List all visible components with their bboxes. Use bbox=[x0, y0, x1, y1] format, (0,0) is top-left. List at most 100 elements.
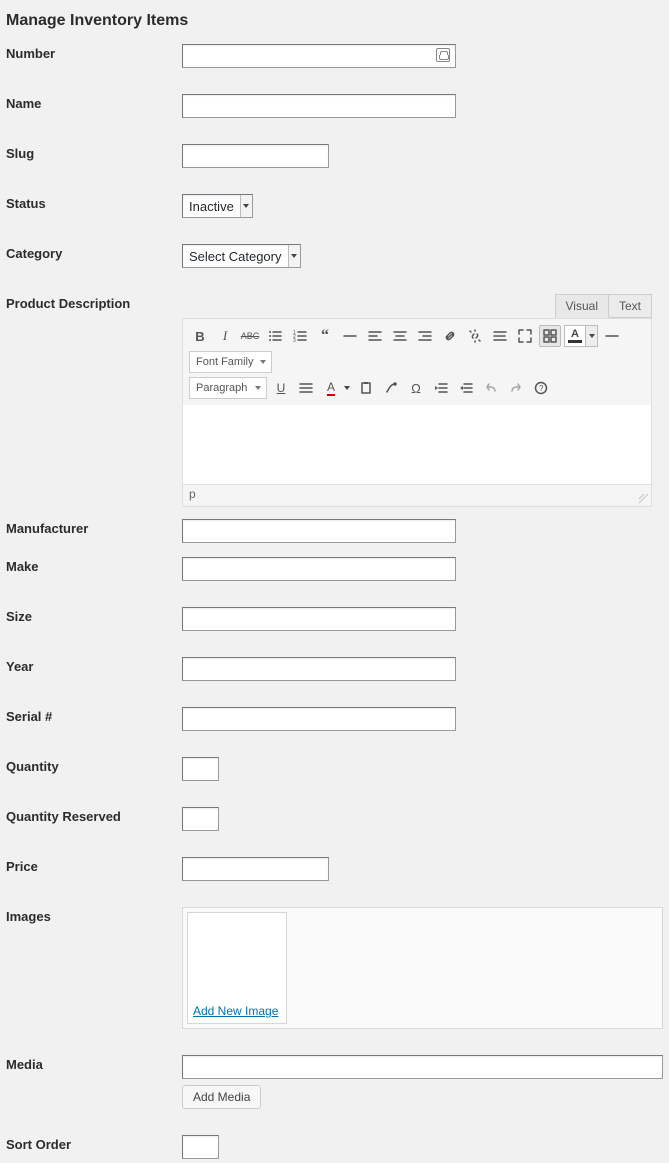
price-input[interactable] bbox=[182, 857, 329, 881]
numbered-list-icon[interactable]: 123 bbox=[289, 325, 311, 347]
images-box: Add New Image bbox=[182, 907, 663, 1029]
font-color-icon[interactable]: A bbox=[320, 377, 342, 399]
tab-visual[interactable]: Visual bbox=[555, 294, 609, 318]
fullscreen-icon[interactable] bbox=[514, 325, 536, 347]
strikethrough-icon[interactable]: ABC bbox=[239, 325, 261, 347]
field-row-sort-order: Sort Order bbox=[6, 1135, 663, 1159]
align-left-icon[interactable] bbox=[364, 325, 386, 347]
align-justify-icon[interactable] bbox=[295, 377, 317, 399]
manufacturer-input[interactable] bbox=[182, 519, 456, 543]
remove-formatting-icon[interactable] bbox=[601, 325, 623, 347]
year-input[interactable] bbox=[182, 657, 456, 681]
editor-content-area[interactable] bbox=[182, 405, 652, 485]
label-sort-order: Sort Order bbox=[6, 1135, 182, 1152]
special-character-icon[interactable]: Ω bbox=[405, 377, 427, 399]
field-row-manufacturer: Manufacturer bbox=[6, 519, 663, 543]
label-number: Number bbox=[6, 44, 182, 61]
label-make: Make bbox=[6, 557, 182, 574]
clear-formatting-icon[interactable] bbox=[380, 377, 402, 399]
category-select[interactable]: Select Category bbox=[182, 244, 301, 268]
category-select-value: Select Category bbox=[183, 249, 288, 264]
align-center-icon[interactable] bbox=[389, 325, 411, 347]
resize-handle-icon[interactable] bbox=[639, 494, 649, 504]
field-row-size: Size bbox=[6, 607, 663, 631]
field-row-serial: Serial # bbox=[6, 707, 663, 731]
label-name: Name bbox=[6, 94, 182, 111]
font-family-select[interactable]: Font Family bbox=[189, 351, 272, 373]
field-row-description: Product Description Visual Text B I ABC … bbox=[6, 294, 663, 507]
text-color-dropdown[interactable] bbox=[586, 325, 598, 347]
paste-text-icon[interactable] bbox=[355, 377, 377, 399]
status-select[interactable]: Inactive bbox=[182, 194, 253, 218]
chevron-down-icon bbox=[291, 254, 297, 258]
label-qty-reserved: Quantity Reserved bbox=[6, 807, 182, 824]
label-quantity: Quantity bbox=[6, 757, 182, 774]
label-serial: Serial # bbox=[6, 707, 182, 724]
add-media-button[interactable]: Add Media bbox=[182, 1085, 261, 1109]
horizontal-rule-icon[interactable] bbox=[339, 325, 361, 347]
label-category: Category bbox=[6, 244, 182, 261]
toolbar-toggle-icon[interactable] bbox=[539, 325, 561, 347]
quantity-input[interactable] bbox=[182, 757, 219, 781]
font-family-label: Font Family bbox=[196, 356, 253, 368]
paragraph-format-label: Paragraph bbox=[196, 382, 247, 394]
blockquote-icon[interactable]: “ bbox=[314, 325, 336, 347]
label-images: Images bbox=[6, 907, 182, 924]
page-title: Manage Inventory Items bbox=[6, 8, 663, 42]
undo-icon[interactable] bbox=[480, 377, 502, 399]
make-input[interactable] bbox=[182, 557, 456, 581]
field-row-qty-reserved: Quantity Reserved bbox=[6, 807, 663, 831]
field-row-price: Price bbox=[6, 857, 663, 881]
slug-input[interactable] bbox=[182, 144, 329, 168]
serial-input[interactable] bbox=[182, 707, 456, 731]
status-select-value: Inactive bbox=[183, 199, 240, 214]
help-icon[interactable]: ? bbox=[530, 377, 552, 399]
editor-status-path: p bbox=[189, 487, 196, 501]
editor-toolbar: B I ABC 123 “ A bbox=[182, 318, 652, 405]
field-row-year: Year bbox=[6, 657, 663, 681]
italic-icon[interactable]: I bbox=[214, 325, 236, 347]
chevron-down-icon bbox=[255, 386, 261, 390]
label-status: Status bbox=[6, 194, 182, 211]
number-input[interactable] bbox=[182, 44, 456, 68]
font-color-dropdown[interactable] bbox=[342, 377, 352, 399]
insert-more-icon[interactable] bbox=[489, 325, 511, 347]
link-icon[interactable] bbox=[439, 325, 461, 347]
field-row-make: Make bbox=[6, 557, 663, 581]
align-right-icon[interactable] bbox=[414, 325, 436, 347]
name-input[interactable] bbox=[182, 94, 456, 118]
unlink-icon[interactable] bbox=[464, 325, 486, 347]
label-description: Product Description bbox=[6, 294, 182, 311]
sort-order-input[interactable] bbox=[182, 1135, 219, 1159]
field-row-images: Images Add New Image bbox=[6, 907, 663, 1029]
size-input[interactable] bbox=[182, 607, 456, 631]
media-input[interactable] bbox=[182, 1055, 663, 1079]
field-row-slug: Slug bbox=[6, 144, 663, 168]
field-row-quantity: Quantity bbox=[6, 757, 663, 781]
label-size: Size bbox=[6, 607, 182, 624]
label-manufacturer: Manufacturer bbox=[6, 519, 182, 536]
field-row-status: Status Inactive bbox=[6, 194, 663, 218]
add-new-image-link[interactable]: Add New Image bbox=[193, 1004, 278, 1018]
editor-status-bar: p bbox=[182, 485, 652, 507]
svg-text:3: 3 bbox=[293, 338, 296, 343]
bulleted-list-icon[interactable] bbox=[264, 325, 286, 347]
redo-icon[interactable] bbox=[505, 377, 527, 399]
paragraph-format-select[interactable]: Paragraph bbox=[189, 377, 267, 399]
quantity-reserved-input[interactable] bbox=[182, 807, 219, 831]
label-year: Year bbox=[6, 657, 182, 674]
indent-icon[interactable] bbox=[455, 377, 477, 399]
editor-tabs: Visual Text bbox=[182, 294, 652, 318]
chevron-down-icon bbox=[243, 204, 249, 208]
text-color-swatch[interactable]: A bbox=[564, 325, 586, 347]
contact-card-icon bbox=[436, 48, 450, 62]
field-row-name: Name bbox=[6, 94, 663, 118]
underline-icon[interactable]: U bbox=[270, 377, 292, 399]
label-slug: Slug bbox=[6, 144, 182, 161]
label-price: Price bbox=[6, 857, 182, 874]
outdent-icon[interactable] bbox=[430, 377, 452, 399]
bold-icon[interactable]: B bbox=[189, 325, 211, 347]
chevron-down-icon bbox=[260, 360, 266, 364]
tab-text[interactable]: Text bbox=[609, 294, 652, 318]
image-thumb-add[interactable]: Add New Image bbox=[187, 912, 287, 1024]
